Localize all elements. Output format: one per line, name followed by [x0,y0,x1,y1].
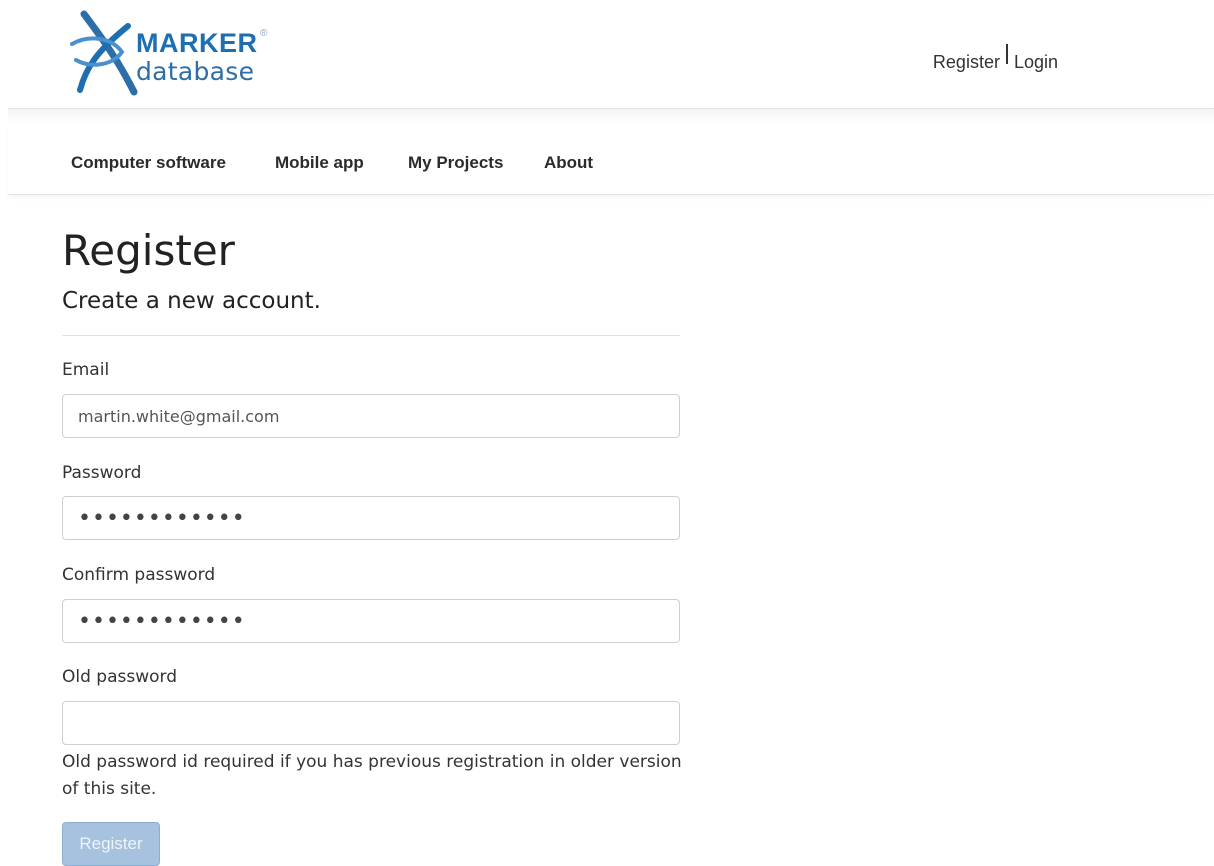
marker-database-logo[interactable]: MARKER ® database [66,8,286,102]
email-label: Email [62,360,110,380]
old-password-input[interactable] [62,701,680,745]
main-nav: Computer software Mobile app My Projects… [8,123,1214,195]
auth-separator [1005,44,1008,64]
register-button[interactable]: Register [62,822,160,866]
nav-item-about[interactable]: About [544,153,593,173]
top-header: MARKER ® database Register Login [8,0,1214,109]
password-label: Password [62,463,142,483]
password-input[interactable] [62,496,680,540]
old-password-help-text: Old password id required if you has prev… [62,752,682,799]
auth-links: Register Login [933,44,1058,73]
registered-mark: ® [260,28,268,39]
email-input[interactable] [62,394,680,438]
logo-text-marker: MARKER [136,28,258,58]
form-divider [62,335,680,336]
marker-logo-icon [70,10,138,96]
header-band [8,109,1214,123]
nav-item-computer-software[interactable]: Computer software [71,153,226,173]
page-title: Register [62,226,235,275]
register-link[interactable]: Register [933,52,1000,72]
nav-item-my-projects[interactable]: My Projects [408,153,503,173]
page-subtitle: Create a new account. [62,288,321,314]
old-password-label: Old password [62,667,178,687]
confirm-password-label: Confirm password [62,565,216,585]
confirm-password-input[interactable] [62,599,680,643]
nav-item-mobile-app[interactable]: Mobile app [275,153,364,173]
login-link[interactable]: Login [1014,52,1058,72]
logo-text-database: database [136,57,255,86]
